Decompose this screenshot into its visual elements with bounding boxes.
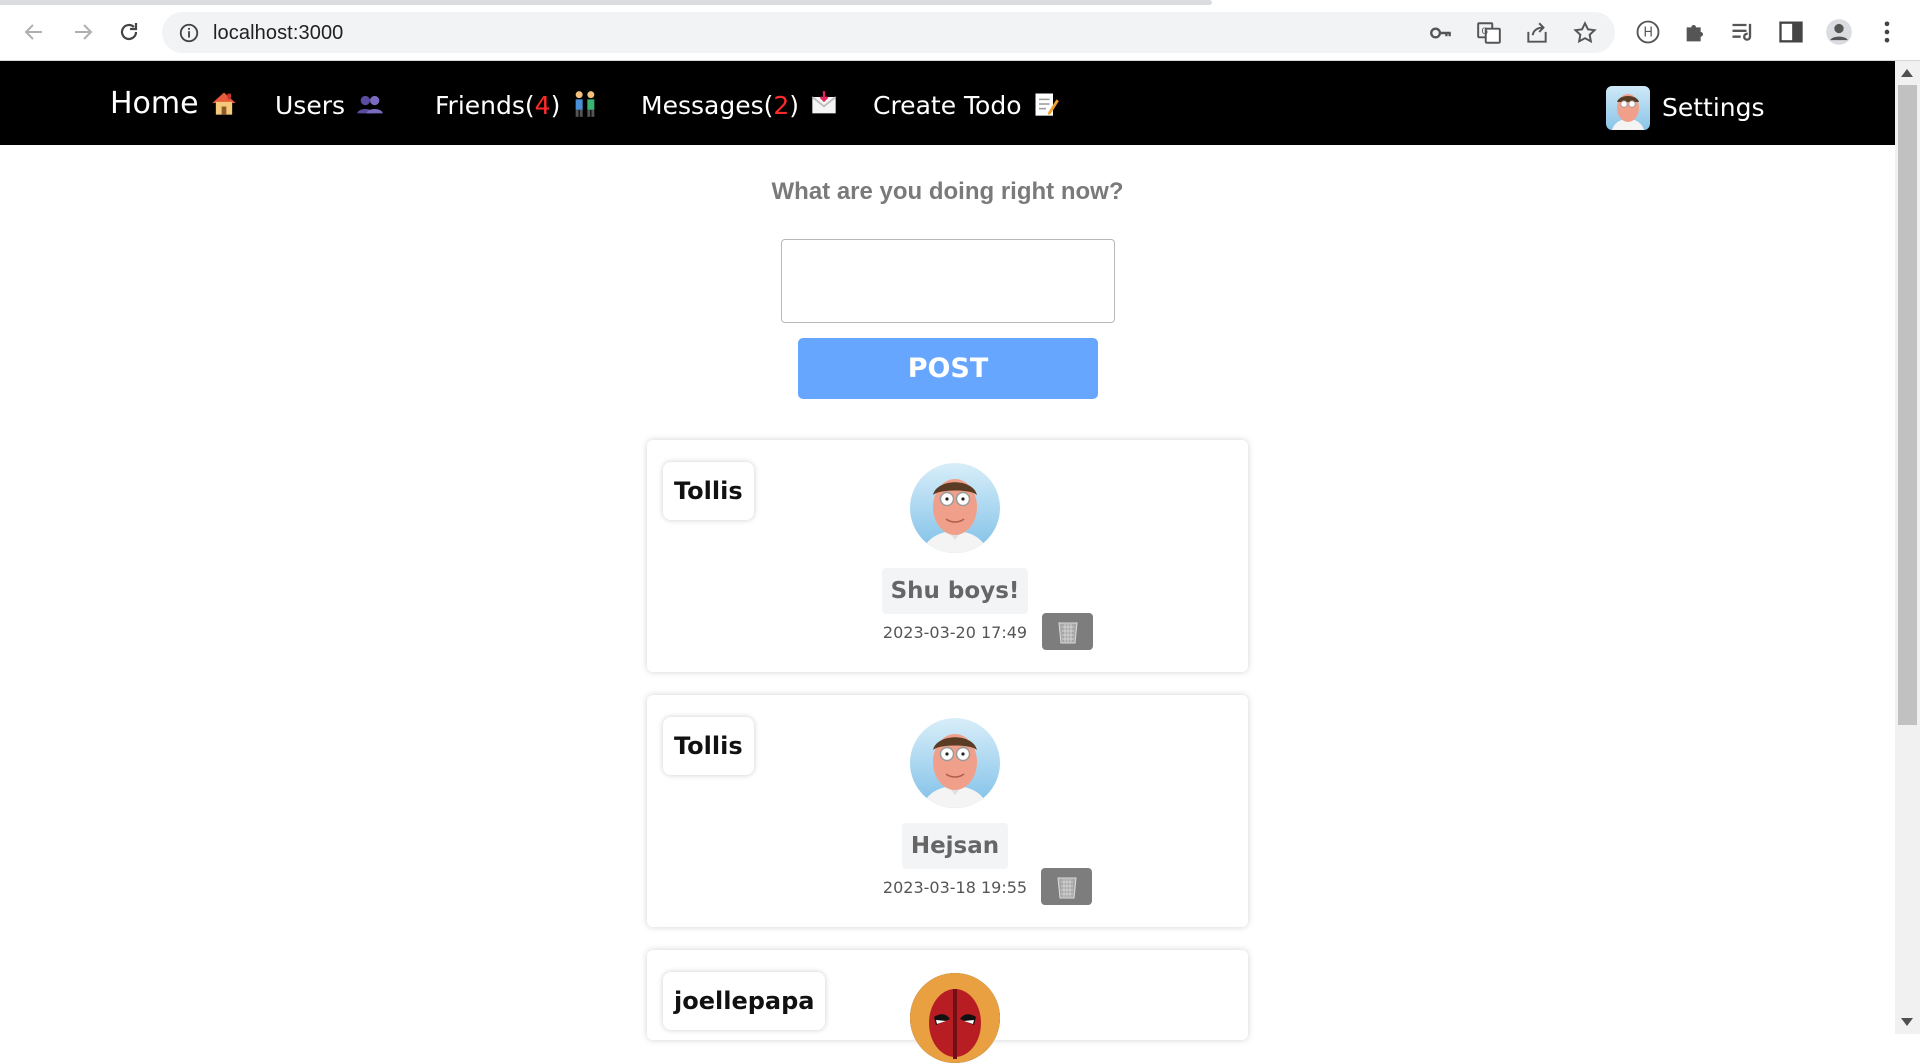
masked-hero-avatar-icon xyxy=(910,973,1000,1063)
page-load-bar xyxy=(0,0,1212,5)
nav-friends-label: Friends( xyxy=(435,91,535,120)
arrow-left-icon xyxy=(24,24,42,40)
delete-post-button[interactable] xyxy=(1042,613,1093,650)
profile-icon[interactable] xyxy=(1825,18,1853,46)
bookmark-star-icon[interactable] xyxy=(1572,20,1598,46)
scroll-up-arrow-icon[interactable] xyxy=(1901,69,1913,77)
envelope-icon xyxy=(811,91,837,114)
url-text[interactable]: localhost:3000 xyxy=(213,22,343,45)
friends-count-badge: 4 xyxy=(534,91,551,120)
nav-messages-close: ) xyxy=(789,91,800,120)
puzzle-icon[interactable] xyxy=(1682,18,1710,46)
nav-messages-label: Messages( xyxy=(641,91,774,120)
key-icon[interactable] xyxy=(1428,20,1454,46)
post-message: Shu boys! xyxy=(647,568,1263,614)
post-avatar[interactable] xyxy=(910,973,1000,1063)
back-button[interactable] xyxy=(16,15,52,49)
trash-can-icon xyxy=(1057,622,1078,643)
post-card: Tollis Shu boys! 2023-03-20 17:49 xyxy=(647,440,1248,672)
share-icon[interactable] xyxy=(1524,20,1550,46)
post-message: Hejsan xyxy=(647,823,1263,869)
nav-friends-close: ) xyxy=(550,91,561,120)
nav-home-link[interactable]: Home xyxy=(110,86,238,121)
post-author[interactable]: joellepapa xyxy=(663,972,826,1030)
post-button[interactable]: POST xyxy=(798,338,1098,399)
post-message-text: Hejsan xyxy=(901,823,1009,869)
post-card: Tollis Hejsan 2023-03-18 19:55 xyxy=(647,695,1248,927)
post-timestamp: 2023-03-20 17:49 xyxy=(882,623,1028,642)
reload-button[interactable] xyxy=(111,15,147,49)
nav-create-todo-link[interactable]: Create Todo xyxy=(873,90,1060,120)
post-author[interactable]: Tollis xyxy=(663,462,754,520)
post-avatar[interactable] xyxy=(910,718,1000,808)
post-timestamp: 2023-03-18 19:55 xyxy=(882,878,1028,897)
memo-icon xyxy=(1035,93,1060,116)
trash-can-icon xyxy=(1056,877,1077,898)
svg-text:G: G xyxy=(1481,27,1488,37)
side-panel-icon[interactable] xyxy=(1777,18,1805,46)
post-card: joellepapa xyxy=(647,950,1248,1063)
cartoon-avatar-icon xyxy=(922,479,988,553)
address-bar[interactable]: localhost:3000 G xyxy=(162,12,1615,53)
reload-icon xyxy=(120,23,138,41)
composer-question: What are you doing right now? xyxy=(771,178,1124,205)
post-message-text: Shu boys! xyxy=(881,568,1029,614)
nav-home-label: Home xyxy=(110,86,199,121)
browser-chrome: localhost:3000 G H xyxy=(0,0,1920,61)
nav-users-link[interactable]: Users xyxy=(275,90,384,120)
page-scrollbar[interactable] xyxy=(1895,61,1920,1034)
arrow-right-icon xyxy=(75,24,93,40)
delete-post-button[interactable] xyxy=(1041,868,1092,905)
status-input[interactable] xyxy=(781,239,1115,323)
svg-text:H: H xyxy=(1643,26,1653,41)
nav-friends-link[interactable]: Friends(4) xyxy=(435,90,599,120)
nav-create-todo-label: Create Todo xyxy=(873,91,1022,120)
nav-messages-link[interactable]: Messages(2) xyxy=(641,90,838,120)
reading-list-icon[interactable] xyxy=(1729,18,1757,46)
post-avatar[interactable] xyxy=(910,463,1000,553)
users-icon xyxy=(357,95,383,114)
cartoon-avatar-icon xyxy=(1612,94,1644,130)
scroll-thumb[interactable] xyxy=(1898,85,1917,725)
friends-couple-icon xyxy=(575,91,595,117)
info-icon[interactable] xyxy=(178,22,200,44)
post-author[interactable]: Tollis xyxy=(663,717,754,775)
cartoon-avatar-icon xyxy=(922,734,988,808)
nav-users-label: Users xyxy=(275,91,346,120)
kebab-menu-icon[interactable] xyxy=(1873,18,1901,46)
house-icon xyxy=(211,92,236,115)
translate-icon[interactable]: G xyxy=(1476,20,1502,46)
scroll-down-arrow-icon[interactable] xyxy=(1901,1018,1913,1026)
messages-count-badge: 2 xyxy=(773,91,790,120)
navbar-user-avatar[interactable] xyxy=(1606,86,1650,130)
extension-h-icon[interactable]: H xyxy=(1634,18,1662,46)
forward-button[interactable] xyxy=(65,15,101,49)
nav-settings-link[interactable]: Settings xyxy=(1662,93,1765,122)
